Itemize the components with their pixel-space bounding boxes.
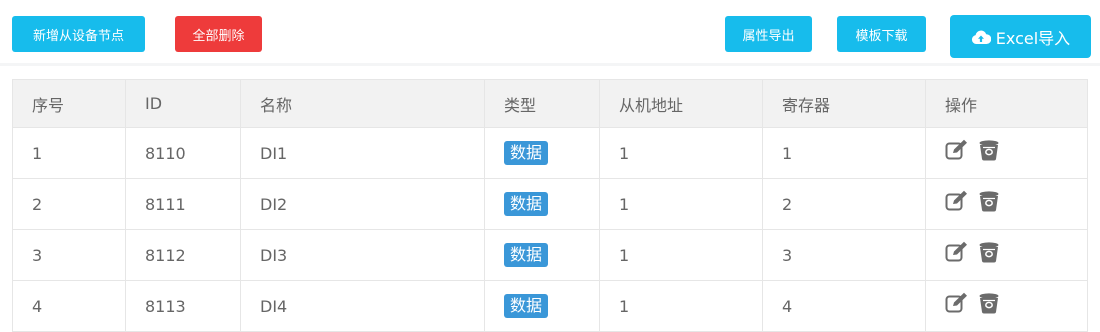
cell-id: 8113 xyxy=(125,280,241,332)
cell-slave-address: 1 xyxy=(599,178,763,230)
table-row: 1 8110 DI1 数据 1 1 xyxy=(12,127,1088,179)
type-badge: 数据 xyxy=(504,141,549,165)
header-slave-address: 从机地址 xyxy=(599,79,763,128)
delete-icon[interactable] xyxy=(977,190,1001,212)
add-slave-device-node-button[interactable]: 新增从设备节点 xyxy=(12,16,145,52)
table-row: 2 8111 DI2 数据 1 2 xyxy=(12,178,1088,230)
delete-icon[interactable] xyxy=(977,139,1001,161)
cell-register: 4 xyxy=(762,280,926,332)
cell-actions xyxy=(925,229,1088,281)
cell-type: 数据 xyxy=(484,229,600,281)
cell-slave-address: 1 xyxy=(599,229,763,281)
slave-node-table: 序号 ID 名称 类型 从机地址 寄存器 操作 1 8110 DI1 数据 1 … xyxy=(12,79,1088,332)
cell-id: 8110 xyxy=(125,127,241,179)
template-download-button[interactable]: 模板下载 xyxy=(837,16,926,52)
cell-id: 8111 xyxy=(125,178,241,230)
header-id: ID xyxy=(125,79,241,128)
type-badge: 数据 xyxy=(504,294,549,318)
cell-index: 2 xyxy=(12,178,126,230)
cell-actions xyxy=(925,127,1088,179)
cell-register: 1 xyxy=(762,127,926,179)
header-type: 类型 xyxy=(484,79,600,128)
edit-icon[interactable] xyxy=(945,292,969,314)
cloud-upload-icon xyxy=(971,29,996,45)
delete-all-button[interactable]: 全部删除 xyxy=(175,16,262,52)
delete-icon[interactable] xyxy=(977,241,1001,263)
edit-icon[interactable] xyxy=(945,241,969,263)
cell-index: 4 xyxy=(12,280,126,332)
cell-actions xyxy=(925,178,1088,230)
cell-register: 2 xyxy=(762,178,926,230)
table-row: 3 8112 DI3 数据 1 3 xyxy=(12,229,1088,281)
cell-name: DI3 xyxy=(240,229,485,281)
cell-name: DI1 xyxy=(240,127,485,179)
cell-type: 数据 xyxy=(484,127,600,179)
header-index: 序号 xyxy=(12,79,126,128)
cell-register: 3 xyxy=(762,229,926,281)
header-name: 名称 xyxy=(240,79,485,128)
toolbar-divider xyxy=(0,63,1100,66)
cell-type: 数据 xyxy=(484,280,600,332)
cell-index: 3 xyxy=(12,229,126,281)
cell-name: DI2 xyxy=(240,178,485,230)
edit-icon[interactable] xyxy=(945,139,969,161)
cell-type: 数据 xyxy=(484,178,600,230)
header-actions: 操作 xyxy=(925,79,1088,128)
edit-icon[interactable] xyxy=(945,190,969,212)
delete-icon[interactable] xyxy=(977,292,1001,314)
cell-slave-address: 1 xyxy=(599,280,763,332)
type-badge: 数据 xyxy=(504,243,549,267)
excel-import-label: Excel导入 xyxy=(995,28,1071,48)
cell-actions xyxy=(925,280,1088,332)
cell-slave-address: 1 xyxy=(599,127,763,179)
type-badge: 数据 xyxy=(504,192,549,216)
table-header-row: 序号 ID 名称 类型 从机地址 寄存器 操作 xyxy=(12,79,1088,128)
excel-import-button[interactable]: Excel导入 xyxy=(950,15,1091,58)
cell-name: DI4 xyxy=(240,280,485,332)
header-register: 寄存器 xyxy=(762,79,926,128)
export-attributes-button[interactable]: 属性导出 xyxy=(725,16,812,52)
cell-id: 8112 xyxy=(125,229,241,281)
toolbar: 新增从设备节点 全部删除 属性导出 模板下载 Excel导入 xyxy=(0,0,1100,66)
cell-index: 1 xyxy=(12,127,126,179)
table-row: 4 8113 DI4 数据 1 4 xyxy=(12,280,1088,332)
